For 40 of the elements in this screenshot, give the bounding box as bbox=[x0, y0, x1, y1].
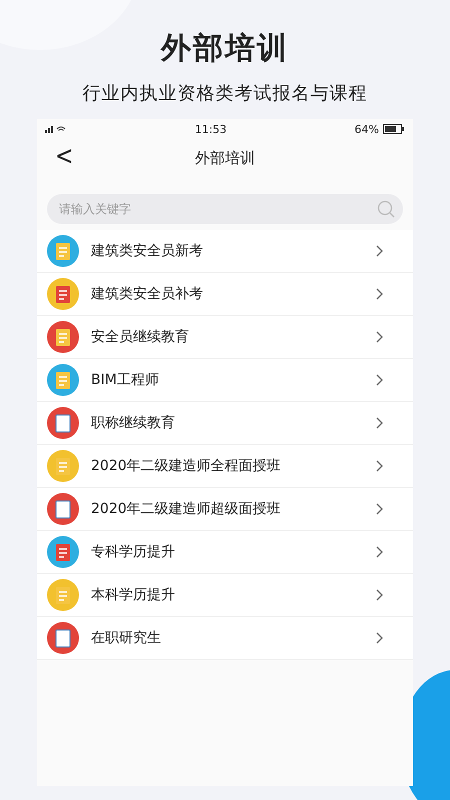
item-label: 在职研究生 bbox=[91, 629, 162, 647]
list-item[interactable]: 安全员继续教育 bbox=[37, 316, 413, 359]
search-icon bbox=[377, 200, 395, 218]
item-label: 2020年二级建造师超级面授班 bbox=[91, 500, 282, 518]
page-subtitle: 行业内执业资格类考试报名与课程 bbox=[82, 82, 368, 105]
item-label: 安全员继续教育 bbox=[91, 328, 190, 346]
chevron-right-icon bbox=[376, 546, 383, 558]
list-item[interactable]: BIM工程师 bbox=[37, 359, 413, 402]
list-item[interactable]: 2020年二级建造师超级面授班 bbox=[37, 488, 413, 531]
list-item[interactable]: 职称继续教育 bbox=[37, 402, 413, 445]
chevron-right-icon bbox=[376, 503, 383, 515]
signal-icon bbox=[45, 125, 67, 133]
back-button[interactable]: < bbox=[51, 142, 78, 172]
item-label: 2020年二级建造师全程面授班 bbox=[91, 457, 282, 475]
screen-title: 外部培训 bbox=[195, 148, 255, 168]
battery-level: 64% bbox=[354, 122, 379, 136]
chevron-right-icon bbox=[376, 288, 383, 300]
chevron-right-icon bbox=[376, 245, 383, 257]
chevron-right-icon bbox=[376, 460, 383, 472]
status-time: 11:53 bbox=[194, 122, 227, 136]
page-title: 外部培训 bbox=[161, 30, 289, 68]
list-item[interactable]: 建筑类安全员补考 bbox=[37, 273, 413, 316]
search-field[interactable]: 请输入关键字 bbox=[47, 194, 403, 224]
list-item[interactable]: 建筑类安全员新考 bbox=[37, 230, 413, 273]
item-label: 职称继续教育 bbox=[91, 414, 176, 432]
item-label: BIM工程师 bbox=[91, 371, 160, 389]
list-item[interactable]: 专科学历提升 bbox=[37, 531, 413, 574]
chevron-right-icon bbox=[376, 589, 383, 601]
item-label: 本科学历提升 bbox=[91, 586, 176, 604]
battery-icon bbox=[383, 124, 405, 134]
chevron-right-icon bbox=[376, 331, 383, 343]
list-item[interactable]: 在职研究生 bbox=[37, 617, 413, 660]
list-item[interactable]: 本科学历提升 bbox=[37, 574, 413, 617]
chevron-right-icon bbox=[376, 374, 383, 386]
item-label: 专科学历提升 bbox=[91, 543, 176, 561]
item-label: 建筑类安全员新考 bbox=[91, 242, 204, 260]
chevron-right-icon bbox=[376, 417, 383, 429]
item-label: 建筑类安全员补考 bbox=[91, 285, 204, 303]
chevron-right-icon bbox=[376, 632, 383, 644]
list-item[interactable]: 2020年二级建造师全程面授班 bbox=[37, 445, 413, 488]
